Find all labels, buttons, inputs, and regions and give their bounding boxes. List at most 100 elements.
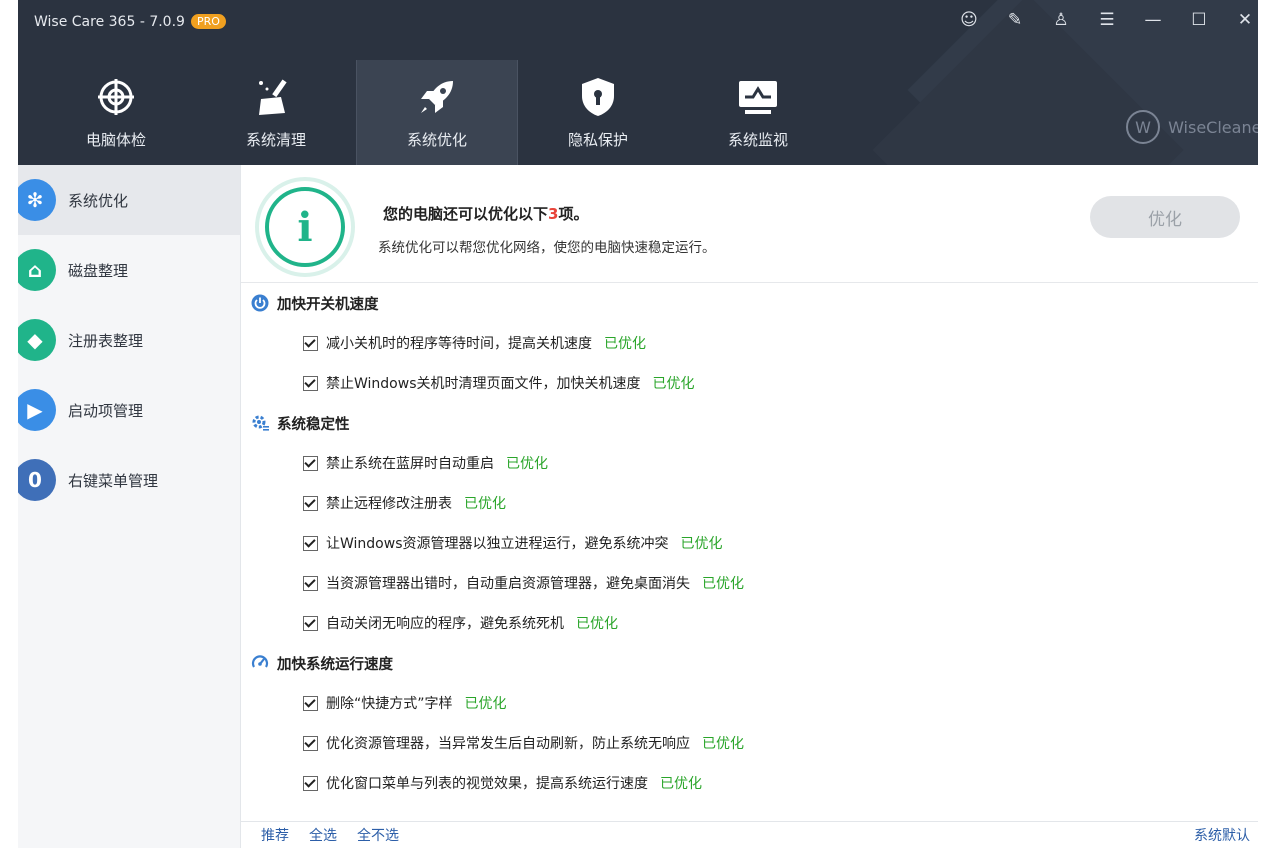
status-badge: 已优化 (604, 336, 646, 352)
rocket-icon (417, 75, 457, 119)
info-icon: i (265, 187, 345, 267)
nav-label: 系统优化 (406, 131, 467, 149)
nav-item-optimize[interactable]: 系统优化 (356, 60, 518, 165)
checkbox[interactable] (303, 455, 318, 471)
shirt-icon[interactable]: ♙ (1048, 10, 1074, 30)
system-default-link[interactable]: 系统默认 (1194, 825, 1250, 845)
sidebar-item-startup[interactable]: ▶ 启动项管理 (18, 375, 240, 445)
checkbox[interactable] (303, 775, 318, 791)
list-item[interactable]: 禁止Windows关机时清理页面文件，加快关机速度 已优化 (241, 363, 1258, 403)
info-badge: i (255, 177, 355, 277)
item-text: 优化资源管理器，当异常发生后自动刷新，防止系统无响应 (326, 736, 690, 752)
item-text: 自动关闭无响应的程序，避免系统死机 (326, 616, 564, 632)
sidebar-item-label: 磁盘整理 (68, 261, 129, 280)
summary-subtitle: 系统优化可以帮您优化网络，使您的电脑快速稳定运行。 (378, 240, 716, 256)
summary-count: 3 (548, 205, 559, 223)
notes-icon[interactable]: ✎ (1002, 10, 1028, 30)
sidebar-item-label: 右键菜单管理 (68, 471, 159, 490)
nav-label: 系统监视 (727, 131, 788, 149)
window-controls: ☺ ✎ ♙ ☰ — ☐ ✕ (956, 10, 1258, 30)
list-item[interactable]: 自动关闭无响应的程序，避免系统死机 已优化 (241, 603, 1258, 643)
sidebar-item-context-menu[interactable]: 0 右键菜单管理 (18, 445, 240, 515)
robot-icon[interactable]: ☺ (956, 10, 982, 30)
list-item[interactable]: 优化窗口菜单与列表的视觉效果，提高系统运行速度 已优化 (241, 763, 1258, 803)
list-item[interactable]: 禁止系统在蓝屏时自动重启 已优化 (241, 443, 1258, 483)
status-badge: 已优化 (660, 776, 702, 792)
checkbox[interactable] (303, 335, 318, 351)
status-badge: 已优化 (652, 376, 695, 392)
sidebar: ✻ 系统优化 ⌂ 磁盘整理 ◆ 注册表整理 ▶ 启动项管理 0 右键菜单管理 (18, 165, 241, 848)
nav-item-checkup[interactable]: 电脑体检 (36, 60, 196, 165)
footer-bar: 推荐 全选 全不选 系统默认 (241, 821, 1258, 848)
list-item[interactable]: 优化资源管理器，当异常发生后自动刷新，防止系统无响应 已优化 (241, 723, 1258, 763)
item-text: 禁止系统在蓝屏时自动重启 (326, 456, 494, 472)
list-item[interactable]: 当资源管理器出错时，自动重启资源管理器，避免桌面消失 已优化 (241, 563, 1258, 603)
list-item[interactable]: 减小关机时的程序等待时间，提高关机速度 已优化 (241, 323, 1258, 363)
list-item[interactable]: 让Windows资源管理器以独立进程运行，避免系统冲突 已优化 (241, 523, 1258, 563)
section-header: 加快开关机速度 (241, 283, 1258, 323)
checkbox[interactable] (303, 695, 318, 711)
disk-icon: ⌂ (18, 249, 56, 291)
minimize-icon[interactable]: — (1140, 10, 1166, 30)
brand-w-icon: W (1126, 110, 1161, 144)
status-badge: 已优化 (464, 496, 506, 512)
checkbox[interactable] (303, 735, 318, 751)
sidebar-item-disk[interactable]: ⌂ 磁盘整理 (18, 235, 240, 305)
checkbox[interactable] (303, 575, 318, 591)
section-header: 加快系统运行速度 (241, 643, 1258, 683)
speedometer-icon (251, 654, 269, 672)
item-text: 减小关机时的程序等待时间，提高关机速度 (326, 336, 592, 352)
section-title: 加快开关机速度 (277, 296, 379, 313)
status-badge: 已优化 (576, 616, 618, 632)
select-all-link[interactable]: 全选 (309, 825, 337, 845)
section-header: 系统稳定性 (241, 403, 1258, 443)
pro-badge: PRO (190, 14, 226, 29)
main-panel: i 您的电脑还可以优化以下3项。 系统优化可以帮您优化网络，使您的电脑快速稳定运… (241, 165, 1258, 848)
list-item[interactable]: 删除“快捷方式”字样 已优化 (241, 683, 1258, 723)
summary-prefix: 您的电脑还可以优化以下 (383, 205, 549, 223)
summary-panel: i 您的电脑还可以优化以下3项。 系统优化可以帮您优化网络，使您的电脑快速稳定运… (241, 165, 1258, 283)
maximize-icon[interactable]: ☐ (1186, 10, 1212, 30)
shield-icon (579, 75, 617, 119)
nav-label: 电脑体检 (85, 131, 146, 149)
menu-icon[interactable]: ☰ (1094, 10, 1120, 30)
gear-flower-icon: ✻ (18, 179, 56, 221)
item-text: 删除“快捷方式”字样 (326, 696, 453, 712)
summary-title: 您的电脑还可以优化以下3项。 (383, 203, 588, 224)
checkbox[interactable] (303, 615, 318, 631)
sidebar-item-label: 启动项管理 (68, 401, 144, 420)
list-item[interactable]: 禁止远程修改注册表 已优化 (241, 483, 1258, 523)
recommend-link[interactable]: 推荐 (261, 825, 289, 845)
nav-label: 隐私保护 (567, 131, 628, 149)
optimize-button[interactable]: 优化 (1090, 196, 1240, 238)
checkbox[interactable] (303, 495, 318, 511)
status-badge: 已优化 (702, 736, 744, 752)
top-bar: Wise Care 365 - 7.0.9 PRO ☺ ✎ ♙ ☰ — ☐ ✕ 电… (18, 0, 1258, 331)
brand-logo: W WiseCleaner (1126, 110, 1258, 144)
item-text: 禁止远程修改注册表 (326, 496, 452, 512)
app-window: Wise Care 365 - 7.0.9 PRO ☺ ✎ ♙ ☰ — ☐ ✕ 电… (18, 0, 1258, 848)
app-title-text: Wise Care 365 - 7.0.9 (34, 14, 185, 30)
summary-suffix: 项。 (558, 205, 589, 223)
power-icon (251, 294, 269, 312)
item-text: 优化窗口菜单与列表的视觉效果，提高系统运行速度 (326, 776, 648, 792)
status-badge: 已优化 (702, 576, 744, 592)
checkbox[interactable] (303, 535, 318, 551)
sidebar-item-registry[interactable]: ◆ 注册表整理 (18, 305, 240, 375)
sidebar-item-label: 注册表整理 (68, 331, 144, 350)
nav-item-privacy[interactable]: 隐私保护 (518, 60, 678, 165)
status-badge: 已优化 (680, 536, 723, 552)
broom-icon (255, 75, 297, 119)
monitor-icon (737, 75, 779, 119)
close-icon[interactable]: ✕ (1232, 10, 1258, 30)
select-none-link[interactable]: 全不选 (357, 825, 399, 845)
section-title: 系统稳定性 (277, 416, 350, 433)
nav-item-monitor[interactable]: 系统监视 (678, 60, 838, 165)
status-badge: 已优化 (464, 696, 507, 712)
nav-item-clean[interactable]: 系统清理 (196, 60, 356, 165)
sidebar-item-optimize[interactable]: ✻ 系统优化 (18, 165, 240, 235)
item-text: 禁止Windows关机时清理页面文件，加快关机速度 (326, 376, 641, 392)
mouse-icon: 0 (18, 459, 56, 501)
checkbox[interactable] (303, 375, 318, 391)
optimization-list: 加快开关机速度 减小关机时的程序等待时间，提高关机速度 已优化 禁止Windows… (241, 283, 1258, 823)
